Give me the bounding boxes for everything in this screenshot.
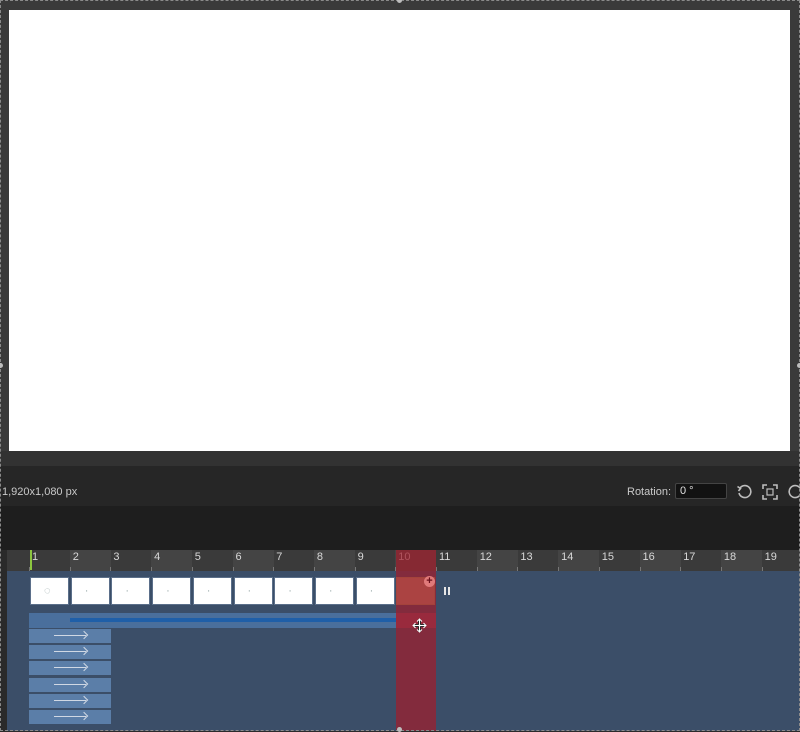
- ruler-tick[interactable]: 19: [761, 550, 800, 571]
- ruler-tick-label: 7: [276, 551, 283, 563]
- stage-area: [0, 0, 800, 466]
- arrow-right-icon: [54, 699, 86, 701]
- layer-row[interactable]: [29, 629, 111, 644]
- timeline-toolbar: [0, 506, 800, 550]
- frame-thumbnail-glyph: ·: [166, 585, 170, 597]
- fit-screen-icon[interactable]: [762, 484, 778, 500]
- track-gutter: [0, 571, 7, 731]
- frame-cell[interactable]: ·: [70, 577, 110, 605]
- ruler-tick-label: 12: [479, 551, 492, 563]
- frame-thumbnail-glyph: ·: [369, 585, 374, 597]
- ruler-tick[interactable]: 13: [517, 550, 558, 571]
- arrow-right-icon: [54, 716, 86, 717]
- frame-thumbnail-glyph: ·: [288, 585, 292, 597]
- ruler-tick-label: 15: [601, 551, 615, 563]
- layer-row[interactable]: [29, 693, 111, 709]
- arrow-right-icon: [54, 667, 86, 669]
- ruler-tick-label: 1: [32, 551, 39, 563]
- ruler-tick[interactable]: 17: [680, 550, 721, 571]
- frame-cell[interactable]: ·: [152, 577, 192, 605]
- frame-thumbnail-glyph: ·: [125, 585, 130, 597]
- ruler-tick[interactable]: 5: [191, 550, 233, 571]
- frame-cell[interactable]: ·: [233, 577, 273, 605]
- pause-icon[interactable]: [443, 587, 452, 596]
- ruler-tick[interactable]: 14: [558, 550, 600, 571]
- stage-info-bar: 1,920x1,080 px Rotation: 0 °: [0, 466, 800, 506]
- ruler-tick[interactable]: 16: [639, 550, 681, 571]
- frame-thumbnail-glyph: ·: [328, 585, 333, 597]
- ruler-tick[interactable]: 9: [354, 550, 396, 571]
- frame-cell[interactable]: ·: [192, 577, 232, 605]
- frame-cell[interactable]: ·: [274, 577, 314, 605]
- ruler-tick[interactable]: 1: [29, 550, 70, 571]
- ruler-tick[interactable]: 4: [151, 550, 193, 571]
- ruler-tick-label: 11: [439, 551, 451, 563]
- ruler-tick-label: 4: [154, 551, 161, 563]
- frame-thumbnail-glyph: ·: [247, 585, 252, 597]
- ruler-tick[interactable]: 8: [313, 550, 355, 571]
- ruler-tick-label: 13: [520, 551, 533, 563]
- frame-cell[interactable]: ·: [355, 577, 395, 605]
- layer-row[interactable]: [29, 661, 111, 677]
- ruler-tick[interactable]: 15: [598, 550, 640, 571]
- rotation-label: Rotation:: [627, 486, 672, 498]
- ruler-tick[interactable]: 12: [476, 550, 518, 571]
- ruler-tick[interactable]: 3: [110, 550, 151, 571]
- layer-row[interactable]: [29, 677, 111, 693]
- ruler-tick-label: 17: [683, 551, 696, 563]
- arrow-right-icon: [54, 683, 86, 685]
- ruler-tick-label: 16: [642, 551, 655, 563]
- add-frame-icon[interactable]: +: [424, 576, 435, 587]
- ruler-tick-label: 2: [72, 551, 79, 563]
- ruler-tick-label: 3: [113, 551, 120, 563]
- arrow-right-icon: [54, 635, 86, 636]
- rotation-input[interactable]: 0 °: [675, 483, 727, 499]
- ruler-tick[interactable]: 11: [436, 550, 477, 571]
- ruler-tick-label: 5: [194, 551, 201, 563]
- frame-thumbnail-glyph: ·: [206, 585, 211, 597]
- rotate-cw-icon[interactable]: [788, 484, 800, 500]
- ruler-tick[interactable]: 7: [273, 550, 314, 571]
- frame-thumbnail-glyph: ·: [84, 585, 89, 597]
- ruler-tick-label: 19: [764, 551, 777, 563]
- ruler-tick-label: 18: [723, 551, 737, 563]
- arrow-right-icon: [54, 651, 86, 653]
- ruler-gutter: [0, 550, 7, 571]
- frame-cell[interactable]: ·: [111, 577, 151, 605]
- move-cursor-icon: [412, 618, 427, 633]
- ruler-tick-label: 8: [316, 551, 324, 563]
- stage-canvas[interactable]: [9, 10, 790, 451]
- motion-path-line[interactable]: [70, 618, 400, 622]
- layer-row[interactable]: [29, 645, 111, 661]
- ruler-tick[interactable]: 6: [232, 550, 274, 571]
- ruler-tick-label: 14: [561, 551, 574, 563]
- ruler-tick-label: 6: [235, 551, 242, 563]
- frame-cell[interactable]: ·: [314, 577, 354, 605]
- ruler-tick[interactable]: 18: [720, 550, 762, 571]
- stage-bottom-edge: [0, 451, 800, 466]
- frame-cell[interactable]: ◌: [30, 577, 69, 605]
- rotate-ccw-icon[interactable]: [736, 484, 752, 500]
- ruler-tick-label: 9: [357, 551, 364, 563]
- playhead[interactable]: [30, 550, 32, 570]
- frame-thumbnail-glyph: ◌: [44, 585, 51, 597]
- resize-handle-bottom[interactable]: [397, 727, 402, 732]
- canvas-dimensions: 1,920x1,080 px: [2, 486, 78, 498]
- ruler-tick[interactable]: 2: [69, 550, 111, 571]
- layer-row[interactable]: [29, 710, 111, 725]
- editor-window: 1,920x1,080 px Rotation: 0 ° 12345678910…: [0, 0, 800, 732]
